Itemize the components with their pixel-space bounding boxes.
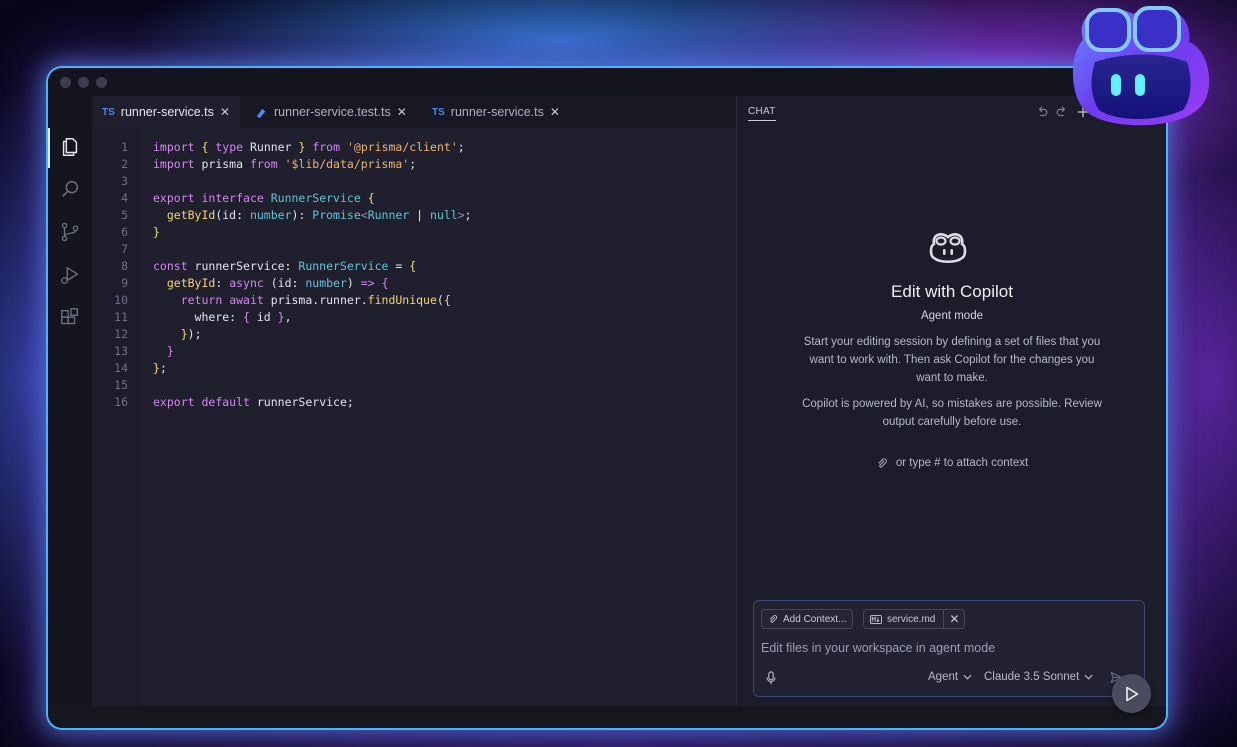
remove-file-icon[interactable]: ✕ [943, 610, 964, 628]
chat-disclaimer-text: Copilot is powered by AI, so mistakes ar… [802, 398, 1102, 428]
undo-icon[interactable] [1035, 105, 1049, 119]
typescript-icon: TS [432, 106, 445, 118]
line-number: 11 [114, 310, 128, 324]
line-number: 15 [114, 378, 128, 392]
window-close-dot[interactable] [60, 77, 71, 88]
extensions-icon[interactable] [59, 307, 81, 329]
window-minimize-dot[interactable] [78, 77, 89, 88]
line-number: 12 [114, 327, 128, 341]
line-number: 16 [114, 395, 128, 409]
add-context-label: Add Context... [783, 613, 847, 625]
chat-tab-label[interactable]: CHAT [748, 106, 776, 121]
status-bar [48, 706, 1166, 728]
code-text: import { type Runner } from '@prisma/cli… [153, 140, 465, 154]
chat-welcome-title: Edit with Copilot [891, 282, 1013, 301]
line-number: 3 [121, 174, 128, 188]
line-number: 7 [121, 242, 128, 256]
attach-context-hint: or type # to attach context [737, 457, 1166, 469]
code-text: } [166, 344, 174, 358]
code-text: export interface RunnerService { [153, 191, 375, 205]
close-icon[interactable]: ✕ [397, 105, 407, 119]
markdown-icon [870, 614, 882, 624]
copilot-mascot-icon [1072, 6, 1210, 126]
chevron-down-icon [1084, 674, 1093, 680]
microphone-icon[interactable] [765, 671, 777, 685]
active-indicator [48, 128, 50, 168]
search-icon[interactable] [59, 178, 81, 200]
attach-hint-text: or type # to attach context [895, 457, 1029, 469]
source-control-icon[interactable] [59, 221, 81, 243]
test-flask-icon [256, 108, 266, 118]
file-chip-service-md[interactable]: service.md ✕ [863, 609, 966, 629]
paperclip-icon [769, 615, 778, 623]
tab-runner-service-test[interactable]: runner-service.test.ts ✕ [245, 96, 417, 128]
editor-tabs: TS runner-service.ts ✕ runner-service.te… [92, 96, 736, 128]
run-debug-icon[interactable] [59, 264, 81, 286]
tab-label: runner-service.ts [120, 105, 214, 119]
window-maximize-dot[interactable] [96, 77, 107, 88]
line-number: 6 [121, 225, 128, 239]
code-text: import prisma from '$lib/data/prisma'; [153, 157, 417, 171]
line-number: 14 [114, 361, 128, 375]
code-text: const runnerService: RunnerService = { [153, 259, 417, 273]
file-chip-label: service.md [887, 613, 936, 625]
chevron-down-icon [963, 674, 972, 680]
tab-runner-service[interactable]: TS runner-service.ts ✕ [92, 96, 240, 128]
tab-label: runner-service.test.ts [274, 105, 391, 119]
code-text: return await prisma.runner.findUnique({ [180, 293, 451, 307]
chat-mode-label: Agent mode [920, 310, 983, 322]
model-select[interactable]: Claude 3.5 Sonnet [984, 671, 1093, 683]
code-text: }; [153, 361, 167, 375]
typescript-icon: TS [102, 106, 115, 118]
line-number: 9 [121, 276, 128, 290]
copilot-icon [929, 233, 967, 264]
code-text: getById(id: number): Promise<Runner | nu… [166, 208, 472, 222]
line-number: 2 [121, 157, 128, 171]
chat-input-field[interactable]: Edit files in your workspace in agent mo… [761, 641, 995, 655]
editor-window: TS runner-service.ts ✕ runner-service.te… [48, 68, 1166, 728]
code-editor: TS runner-service.ts ✕ runner-service.te… [92, 96, 736, 706]
line-number: 10 [114, 293, 128, 307]
agent-mode-select[interactable]: Agent [928, 671, 972, 683]
code-text: } [153, 225, 160, 239]
line-number: 5 [121, 208, 128, 222]
code-text: export default runnerService; [153, 395, 354, 409]
tab-runner-service-2[interactable]: TS runner-service.ts ✕ [422, 96, 570, 128]
run-button[interactable] [1112, 674, 1151, 713]
chat-input-box[interactable]: Add Context... service.md ✕ Edit files i… [753, 600, 1145, 697]
code-text: getById: async (id: number) => { [166, 276, 389, 290]
line-number: 13 [114, 344, 128, 358]
close-icon[interactable]: ✕ [220, 105, 230, 119]
title-bar [48, 68, 1166, 96]
code-text: where: { id }, [153, 310, 292, 324]
tab-label: runner-service.ts [450, 105, 544, 119]
chat-panel: CHAT Edit with Copilot Agent mode Start … [736, 96, 1166, 706]
paperclip-icon [878, 458, 887, 468]
play-icon [1125, 686, 1138, 701]
add-context-button[interactable]: Add Context... [761, 609, 854, 629]
line-number: 8 [121, 259, 128, 273]
agent-select-label: Agent [928, 671, 959, 683]
explorer-icon[interactable] [59, 136, 81, 158]
line-number: 4 [121, 191, 128, 205]
line-number: 1 [121, 140, 128, 154]
chat-intro-text: Start your editing session by defining a… [803, 336, 1101, 384]
code-text: }); [180, 327, 202, 341]
close-icon[interactable]: ✕ [550, 105, 560, 119]
model-select-label: Claude 3.5 Sonnet [984, 671, 1080, 683]
activity-bar [48, 96, 92, 706]
